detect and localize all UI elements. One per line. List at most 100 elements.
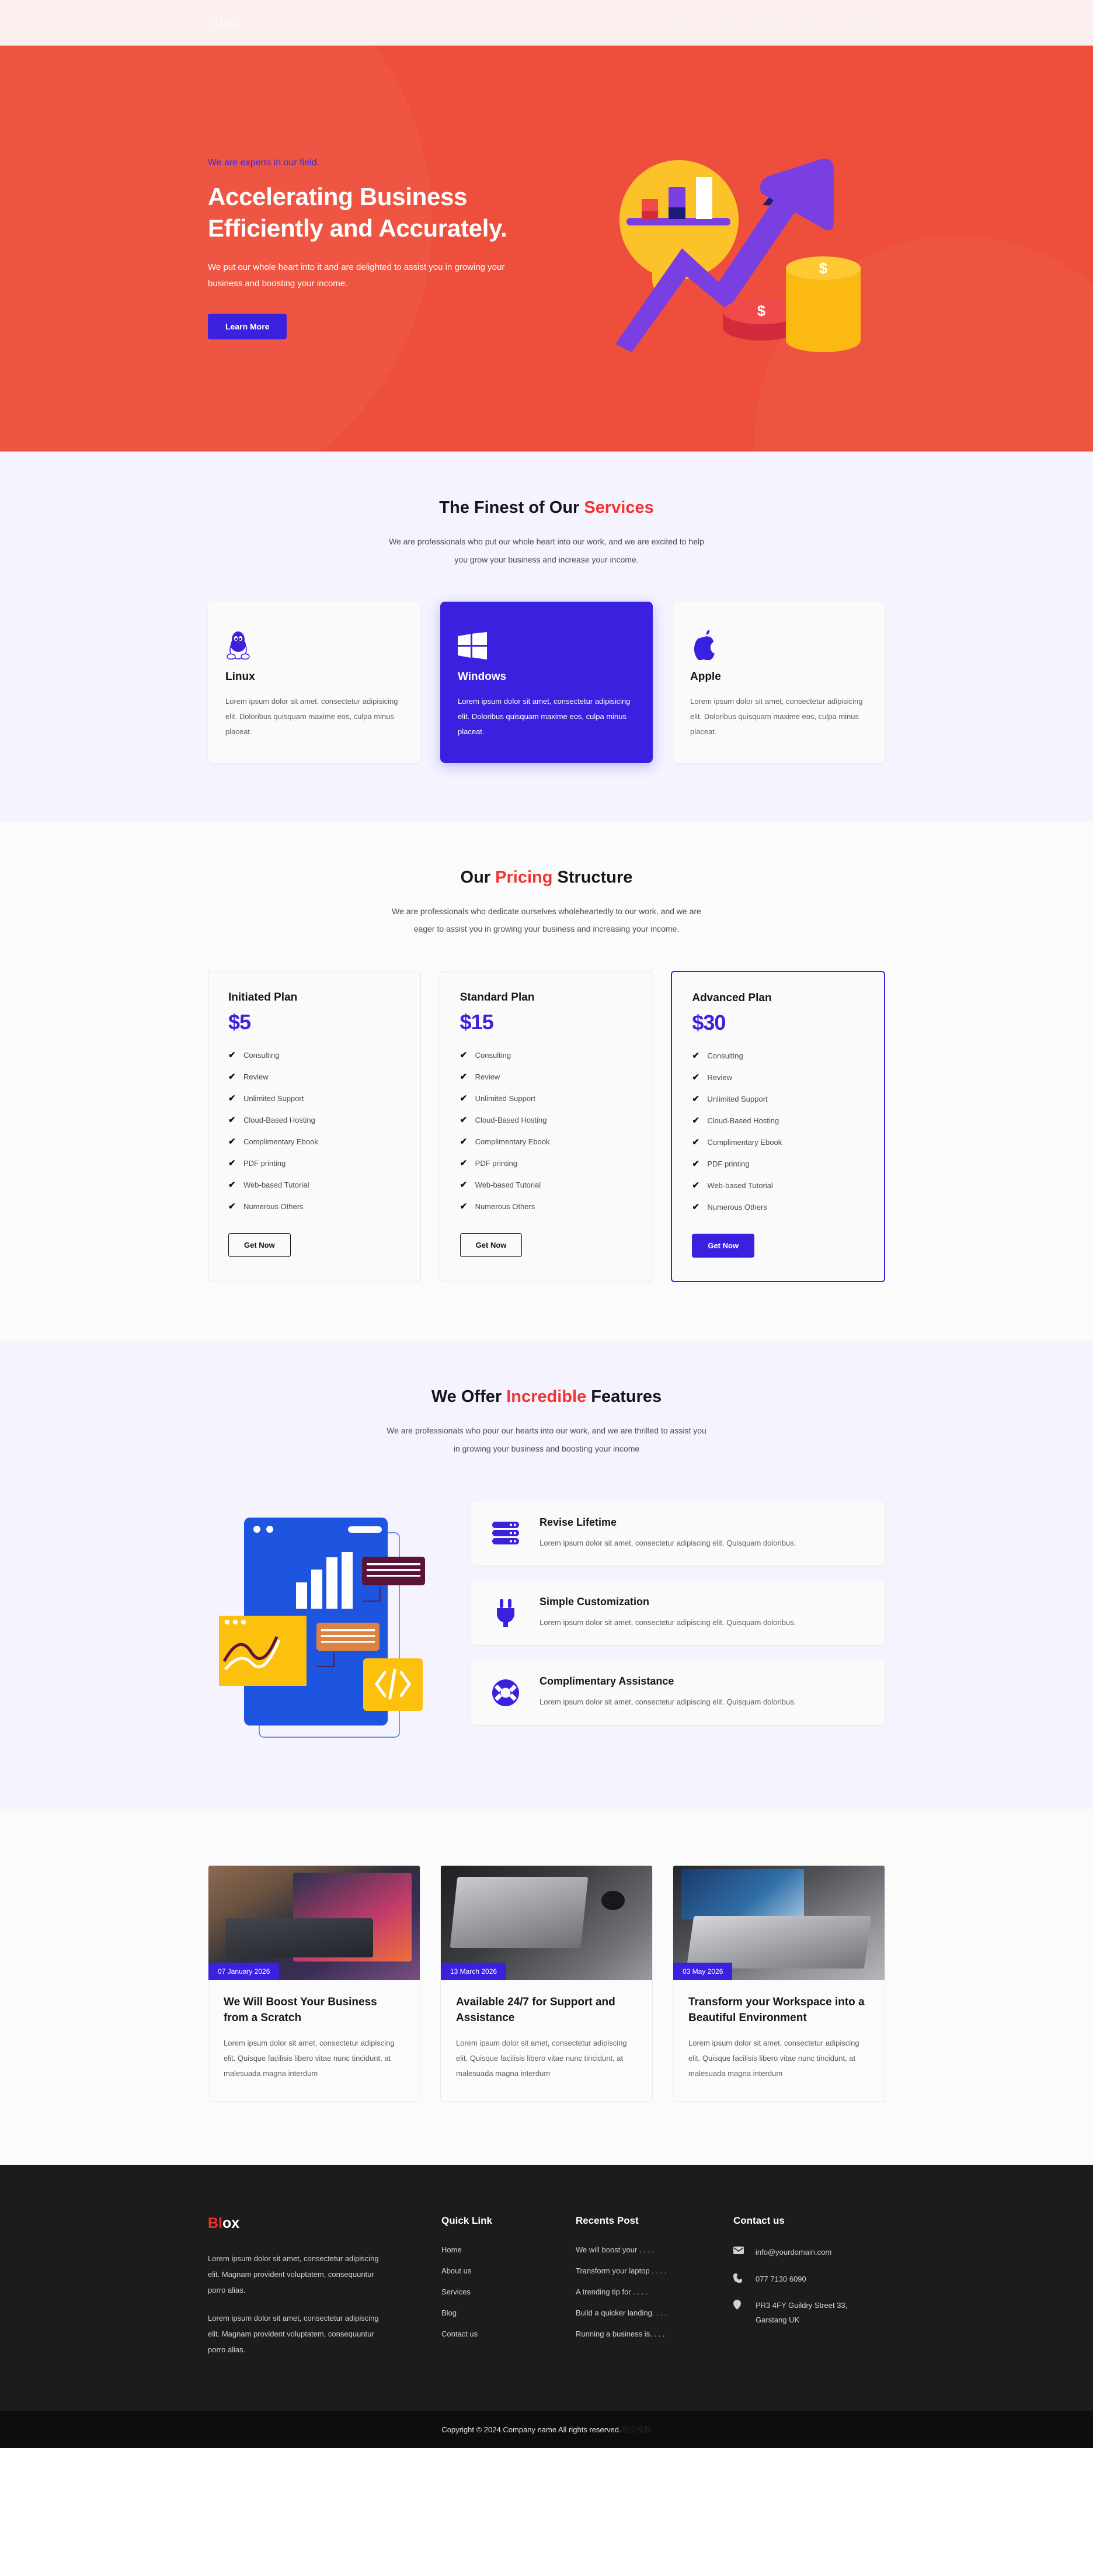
plan-feature-item: ✔ Review — [228, 1072, 269, 1082]
windows-logo-icon — [458, 622, 635, 660]
pricing-subtitle-line-1: We are professionals who dedicate oursel… — [392, 906, 701, 916]
pricing-card-initiated[interactable]: Initiated Plan $5 ✔ Consulting ✔ Review ✔ U… — [208, 971, 421, 1283]
plan-feature-item: ✔ Web-based Tutorial — [228, 1180, 309, 1190]
features-title: We Offer Incredible Features — [208, 1387, 885, 1407]
pricing-title-pre: Our — [460, 867, 496, 887]
footer-link-blog[interactable]: Blog — [441, 2308, 576, 2317]
learn-more-button[interactable]: Learn More — [208, 313, 287, 339]
laptop-on-wooden-desk-photo: 07 January 2026 — [208, 1865, 420, 1980]
check-icon: ✔ — [460, 1202, 468, 1212]
footer-recent-post[interactable]: Build a quicker landing. . . . — [576, 2308, 733, 2317]
plug-icon — [488, 1599, 523, 1627]
plan-feature-item: ✔ Numerous Others — [692, 1202, 767, 1213]
footer-quick-link-heading: Quick Link — [441, 2214, 492, 2226]
service-card-windows[interactable]: Windows Lorem ipsum dolor sit amet, cons… — [440, 601, 653, 763]
service-name: Apple — [690, 670, 721, 683]
plan-feature-item: ✔ PDF printing — [692, 1159, 750, 1169]
get-now-button[interactable]: Get Now — [460, 1233, 523, 1258]
features-subtitle: We are professionals who pour our hearts… — [208, 1422, 885, 1458]
feature-card-simple-customization[interactable]: Simple Customization Lorem ipsum dolor s… — [471, 1581, 885, 1645]
check-icon: ✔ — [692, 1051, 699, 1061]
nav-item-home[interactable]: Home — [671, 18, 692, 27]
footer-contact-address-row[interactable]: PR3 4FY Guildry Street 33, Garstang UK — [733, 2299, 885, 2327]
footer-contact-phone-row[interactable]: 077 7130 6090 — [733, 2272, 885, 2287]
phone-icon — [733, 2272, 745, 2286]
apple-logo-icon — [690, 622, 868, 660]
plan-feature-item: ✔ PDF printing — [228, 1158, 286, 1169]
pricing-title-post: Structure — [552, 867, 633, 887]
nav-item-about[interactable]: About — [714, 18, 736, 27]
copyright-text: Copyright © 2024.Company name All rights… — [441, 2425, 621, 2434]
footer-recents-column: Recents Post We will boost your . . . . … — [576, 2215, 733, 2370]
blog-card-list: 07 January 2026 We Will Boost Your Busin… — [208, 1865, 885, 2102]
blog-card[interactable]: 13 March 2026 Available 24/7 for Support… — [440, 1865, 653, 2102]
check-icon: ✔ — [460, 1072, 468, 1082]
blog-date-badge: 03 May 2026 — [673, 1962, 733, 1980]
check-icon: ✔ — [228, 1137, 236, 1147]
service-card-linux[interactable]: Linux Lorem ipsum dolor sit amet, consec… — [208, 601, 420, 763]
check-icon: ✔ — [228, 1050, 236, 1061]
svg-text:$: $ — [819, 259, 828, 277]
footer-address-line-1: PR3 4FY Guildry Street 33, — [756, 2301, 848, 2310]
feature-title: Revise Lifetime — [539, 1516, 617, 1528]
plan-feature-item: ✔ Consulting — [228, 1050, 280, 1061]
footer-contact-email-row[interactable]: info@yourdomain.com — [733, 2245, 885, 2260]
check-icon: ✔ — [692, 1181, 699, 1191]
blog-title: Available 24/7 for Support and Assistanc… — [456, 1995, 615, 2025]
plan-feature-item: ✔ Complimentary Ebook — [692, 1137, 782, 1148]
features-subtitle-line-2: in growing your business and boosting yo… — [453, 1443, 640, 1453]
check-icon: ✔ — [228, 1072, 236, 1082]
footer-recent-post[interactable]: We will boost your . . . . — [576, 2245, 733, 2254]
pricing-card-advanced[interactable]: Advanced Plan $30 ✔ Consulting ✔ Review ✔ U… — [671, 971, 886, 1283]
services-title-accent: Services — [584, 498, 654, 517]
footer-recent-post[interactable]: Running a business is. . . . — [576, 2329, 733, 2338]
check-icon: ✔ — [692, 1137, 699, 1148]
pricing-card-standard[interactable]: Standard Plan $15 ✔ Consulting ✔ Review ✔ U… — [439, 971, 653, 1283]
footer-recent-post[interactable]: Transform your laptop . . . . — [576, 2266, 733, 2275]
check-icon: ✔ — [692, 1116, 699, 1126]
footer-recent-post[interactable]: A trending tip for . . . . — [576, 2287, 733, 2296]
blog-section: 07 January 2026 We Will Boost Your Busin… — [0, 1808, 1093, 2165]
check-icon: ✔ — [228, 1093, 236, 1104]
service-text: Lorem ipsum dolor sit amet, consectetur … — [225, 696, 398, 736]
get-now-button[interactable]: Get Now — [692, 1234, 755, 1258]
pricing-title-accent: Pricing — [495, 867, 553, 887]
hero-title: Accelerating Business Efficiently and Ac… — [208, 181, 570, 244]
footer-link-services[interactable]: Services — [441, 2287, 576, 2296]
blog-card[interactable]: 03 May 2026 Transform your Workspace int… — [673, 1865, 885, 2102]
footer-link-about-us[interactable]: About us — [441, 2266, 576, 2275]
feature-card-complimentary-assistance[interactable]: Complimentary Assistance Lorem ipsum dol… — [471, 1660, 885, 1725]
nav-item-services[interactable]: Services — [756, 18, 788, 27]
copyright-bar: Copyright © 2024.Company name All rights… — [0, 2410, 1093, 2448]
plan-feature-item: ✔ Web-based Tutorial — [692, 1181, 773, 1191]
service-name: Windows — [458, 670, 507, 683]
get-now-button[interactable]: Get Now — [228, 1233, 291, 1258]
footer-link-contact-us[interactable]: Contact us — [441, 2329, 576, 2338]
footer-address-line-2: Garstang UK — [756, 2315, 800, 2324]
blog-text: Lorem ipsum dolor sit amet, consectetur … — [456, 2038, 627, 2078]
blog-card[interactable]: 07 January 2026 We Will Boost Your Busin… — [208, 1865, 420, 2102]
envelope-icon — [733, 2245, 745, 2257]
plan-name: Advanced Plan — [692, 992, 772, 1005]
features-title-accent: Incredible — [506, 1387, 587, 1407]
pricing-title: Our Pricing Structure — [208, 868, 885, 887]
nav-item-contact-us[interactable]: Contact us — [846, 18, 885, 27]
plan-feature-item: ✔ Consulting — [460, 1050, 511, 1061]
plan-feature-item: ✔ Web-based Tutorial — [460, 1180, 541, 1190]
site-logo[interactable]: Blox — [208, 14, 241, 32]
feature-card-revise-lifetime[interactable]: Revise Lifetime Lorem ipsum dolor sit am… — [471, 1501, 885, 1566]
check-icon: ✔ — [228, 1202, 236, 1212]
feature-title: Complimentary Assistance — [539, 1675, 674, 1688]
footer-link-home[interactable]: Home — [441, 2245, 576, 2254]
features-title-pre: We Offer — [431, 1387, 507, 1407]
blog-date-badge: 13 March 2026 — [441, 1962, 507, 1980]
service-card-apple[interactable]: Apple Lorem ipsum dolor sit amet, consec… — [673, 601, 885, 763]
linux-penguin-icon — [225, 622, 403, 660]
check-icon: ✔ — [228, 1180, 236, 1190]
check-icon: ✔ — [460, 1050, 468, 1061]
services-subtitle: We are professionals who put our whole h… — [208, 533, 885, 569]
plan-feature-item: ✔ Complimentary Ebook — [460, 1137, 550, 1147]
service-text: Lorem ipsum dolor sit amet, consectetur … — [458, 696, 631, 736]
plan-feature-list: ✔ Consulting ✔ Review ✔ Unlimited Support ✔… — [460, 1050, 632, 1211]
nav-item-blog[interactable]: Blog — [809, 18, 825, 27]
